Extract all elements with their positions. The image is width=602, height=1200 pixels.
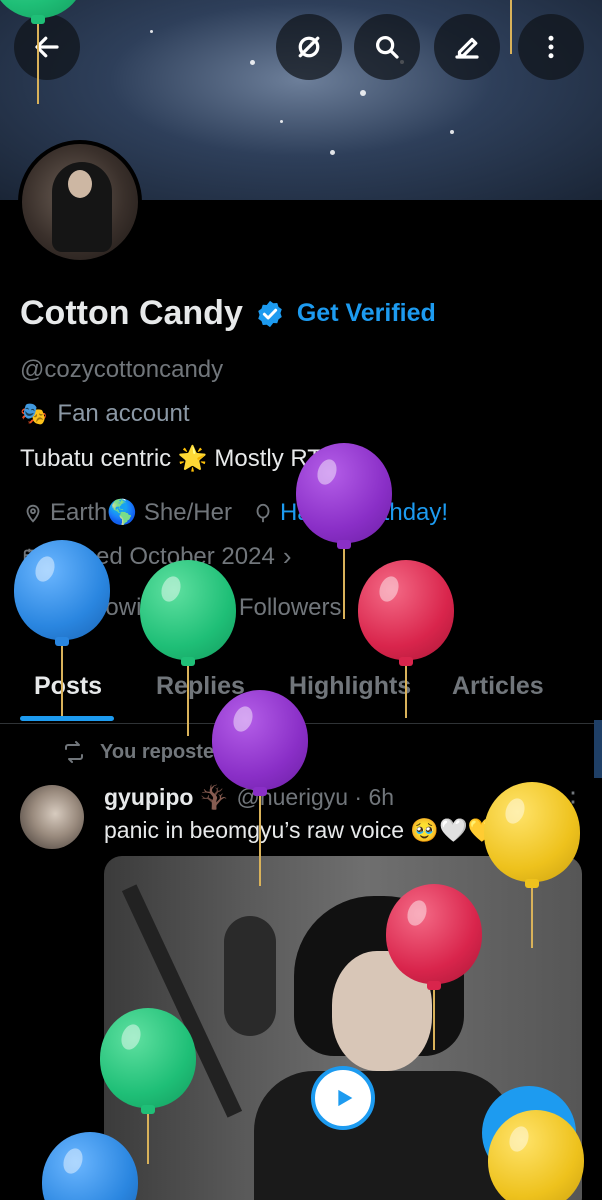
profile-bio: Tubatu centric 🌟 Mostly RT <box>20 445 322 472</box>
balloon-decoration <box>358 560 454 718</box>
balloon-decoration <box>296 443 392 619</box>
microphone <box>224 916 276 1036</box>
get-verified-link[interactable]: Get Verified <box>297 299 436 328</box>
balloon-decoration <box>140 560 236 736</box>
location-text: Earth🌎 She/Her <box>50 499 232 526</box>
balloon-decoration <box>488 1110 584 1200</box>
post-author-avatar[interactable] <box>20 785 84 849</box>
balloon-decoration <box>100 1008 196 1164</box>
followers-label: Followers <box>238 594 342 621</box>
balloon-icon <box>256 503 270 522</box>
grok-icon <box>298 36 320 58</box>
person-shirt <box>254 1071 514 1200</box>
repost-indicator: You reposted <box>62 740 226 764</box>
search-button[interactable] <box>354 14 420 80</box>
scrollbar[interactable] <box>594 720 602 778</box>
profile-handle: @cozycottoncandy <box>20 356 224 383</box>
balloon-decoration <box>14 540 110 716</box>
repost-icon <box>65 741 83 763</box>
balloon-decoration <box>484 782 580 948</box>
balloon-decoration <box>42 1132 138 1200</box>
play-icon <box>338 1089 353 1107</box>
avatar[interactable] <box>18 140 142 264</box>
play-button[interactable] <box>311 1066 375 1130</box>
location-pin-icon <box>26 504 40 523</box>
verified-badge-icon[interactable] <box>255 299 285 329</box>
post-author[interactable]: gyupipo 🪾 <box>104 784 228 811</box>
post-text: panic in beomgyu’s raw voice 🥹🤍💛 <box>104 817 497 843</box>
edit-button[interactable] <box>434 14 500 80</box>
chevron-right-icon: › <box>282 541 292 571</box>
more-vertical-icon <box>548 35 554 59</box>
category-label: Fan account <box>57 400 190 427</box>
tab-indicator <box>20 716 114 721</box>
search-icon <box>376 36 399 59</box>
name-row: Cotton Candy Get Verified <box>20 294 436 333</box>
repost-label: You reposted <box>100 740 227 763</box>
balloon-decoration <box>212 690 308 886</box>
tab-posts[interactable]: Posts <box>34 672 102 701</box>
tab-articles[interactable]: Articles <box>452 672 544 701</box>
more-button[interactable] <box>518 14 584 80</box>
grok-button[interactable] <box>276 14 342 80</box>
avatar-face <box>68 170 92 198</box>
balloon-decoration <box>386 884 482 1050</box>
edit-icon <box>455 37 479 59</box>
balloon-decoration <box>0 0 86 104</box>
display-name: Cotton Candy <box>20 294 243 332</box>
profile-category: 🎭 Fan account <box>20 400 190 428</box>
theater-masks-icon: 🎭 <box>20 401 48 426</box>
